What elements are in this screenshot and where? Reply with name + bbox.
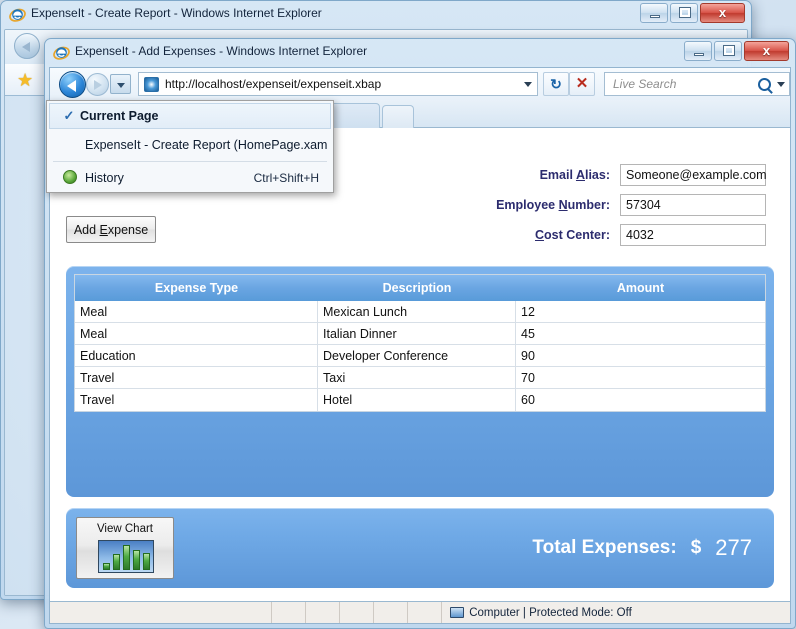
table-cell: Developer Conference [318, 345, 516, 366]
currency-symbol: $ [691, 537, 702, 559]
titlebar-create-report[interactable]: ExpenseIt - Create Report - Windows Inte… [1, 1, 751, 29]
total-expenses-block: Total Expenses: $ 277 [532, 508, 752, 588]
table-cell: Hotel [318, 389, 516, 411]
table-row[interactable]: EducationDeveloper Conference90 [75, 345, 765, 367]
titlebar-add-expenses[interactable]: ExpenseIt - Add Expenses - Windows Inter… [45, 39, 795, 67]
maximize-button-back[interactable] [670, 3, 698, 23]
table-cell: 12 [516, 301, 765, 322]
table-body: MealMexican Lunch12MealItalian Dinner45E… [75, 301, 765, 411]
employee-number-field[interactable]: 57304 [620, 194, 766, 216]
close-button-front[interactable]: x [744, 41, 789, 61]
window-title-add-expenses: ExpenseIt - Add Expenses - Windows Inter… [75, 44, 367, 58]
total-expenses-label: Total Expenses: [532, 537, 676, 559]
table-cell: 45 [516, 323, 765, 344]
security-zone-status[interactable]: Computer | Protected Mode: Off [442, 607, 640, 619]
table-cell: Travel [75, 367, 318, 388]
zoom-area[interactable] [640, 602, 790, 623]
menu-item-current-page[interactable]: ✓ Current Page [49, 103, 331, 129]
menu-item-current-page-label: Current Page [80, 109, 159, 123]
window-controls-add-expenses[interactable]: x [684, 41, 789, 61]
table-row[interactable]: MealItalian Dinner45 [75, 323, 765, 345]
column-header-description: Description [318, 281, 516, 295]
desktop-root: ExpenseIt - Create Report - Windows Inte… [0, 0, 796, 629]
maximize-button-front[interactable] [714, 41, 742, 61]
table-cell: Mexican Lunch [318, 301, 516, 322]
computer-icon [450, 607, 464, 618]
table-cell: 90 [516, 345, 765, 366]
table-cell: Education [75, 345, 318, 366]
internet-explorer-icon [53, 44, 70, 61]
menu-item-history-shortcut: Ctrl+Shift+H [254, 171, 319, 185]
table-cell: Travel [75, 389, 318, 411]
address-bar[interactable]: http://localhost/expenseit/expenseit.xba… [138, 72, 538, 96]
forward-button[interactable] [86, 73, 109, 96]
totals-panel: View Chart Total Expenses: $ 277 [66, 508, 774, 588]
close-button-back[interactable]: x [700, 3, 745, 23]
employee-form: Email Alias: Someone@example.com Employe… [496, 164, 766, 246]
search-box[interactable]: Live Search [604, 72, 790, 96]
back-button[interactable] [59, 71, 86, 98]
address-dropdown-icon[interactable] [520, 73, 537, 95]
cost-center-label: Cost Center: [535, 228, 610, 242]
back-button-back-window[interactable] [14, 33, 40, 59]
history-icon [59, 170, 81, 187]
email-alias-field[interactable]: Someone@example.com [620, 164, 766, 186]
total-expenses-value: 277 [715, 535, 752, 561]
table-cell: Italian Dinner [318, 323, 516, 344]
table-cell: 70 [516, 367, 765, 388]
favorites-dropdown-menu[interactable]: ✓ Current Page ExpenseIt - Create Report… [46, 100, 334, 193]
search-placeholder: Live Search [605, 77, 758, 91]
menu-item-history[interactable]: History Ctrl+Shift+H [47, 164, 333, 192]
search-provider-dropdown-icon[interactable] [773, 73, 789, 95]
menu-item-create-report[interactable]: ExpenseIt - Create Report (HomePage.xam [47, 131, 333, 159]
form-row-cost-center: Cost Center: 4032 [496, 224, 766, 246]
form-row-employee-number: Employee Number: 57304 [496, 194, 766, 216]
minimize-button-front[interactable] [684, 41, 712, 61]
table-cell: Taxi [318, 367, 516, 388]
column-header-expense-type: Expense Type [75, 281, 318, 295]
view-chart-label: View Chart [77, 523, 173, 535]
navigation-bar: http://localhost/expenseit/expenseit.xba… [50, 68, 790, 100]
refresh-button[interactable]: ↻ [543, 72, 569, 96]
stop-button[interactable]: ✕ [569, 72, 595, 96]
search-icon[interactable] [758, 78, 771, 91]
checkmark-icon: ✓ [58, 108, 80, 124]
new-tab-button[interactable] [382, 105, 414, 128]
table-cell: 60 [516, 389, 765, 411]
view-chart-button[interactable]: View Chart [76, 517, 174, 579]
employee-number-label: Employee Number: [496, 198, 610, 212]
window-title-create-report: ExpenseIt - Create Report - Windows Inte… [31, 6, 322, 20]
bar-chart-icon [98, 540, 154, 573]
add-expense-label: Add Expense [74, 223, 148, 237]
table-row[interactable]: TravelTaxi70 [75, 367, 765, 389]
favorites-star-icon[interactable]: ★ [17, 70, 37, 90]
table-row[interactable]: MealMexican Lunch12 [75, 301, 765, 323]
internet-explorer-icon [9, 6, 26, 23]
column-header-amount: Amount [516, 281, 765, 295]
menu-item-create-report-label: ExpenseIt - Create Report (HomePage.xam [85, 138, 327, 152]
security-zone-text: Computer | Protected Mode: Off [469, 607, 632, 619]
page-favicon-icon [144, 77, 159, 92]
expenses-table[interactable]: Expense Type Description Amount MealMexi… [74, 274, 766, 412]
add-expense-button[interactable]: Add Expense [66, 216, 156, 243]
menu-separator [53, 161, 327, 162]
expenseit-page: Email Alias: Someone@example.com Employe… [50, 128, 790, 589]
table-cell: Meal [75, 323, 318, 344]
form-row-email: Email Alias: Someone@example.com [496, 164, 766, 186]
minimize-button-back[interactable] [640, 3, 668, 23]
table-row[interactable]: TravelHotel60 [75, 389, 765, 411]
status-message-area [50, 602, 272, 623]
menu-item-history-label: History [81, 171, 124, 185]
address-bar-url: http://localhost/expenseit/expenseit.xba… [165, 77, 520, 91]
table-cell: Meal [75, 301, 318, 322]
email-alias-label: Email Alias: [540, 168, 610, 182]
status-bar: Computer | Protected Mode: Off [50, 601, 790, 623]
cost-center-field[interactable]: 4032 [620, 224, 766, 246]
table-header-row: Expense Type Description Amount [75, 275, 765, 301]
recent-pages-dropdown-button[interactable] [110, 74, 131, 94]
expenses-panel: Expense Type Description Amount MealMexi… [66, 266, 774, 497]
window-controls-create-report[interactable]: x [640, 3, 745, 23]
